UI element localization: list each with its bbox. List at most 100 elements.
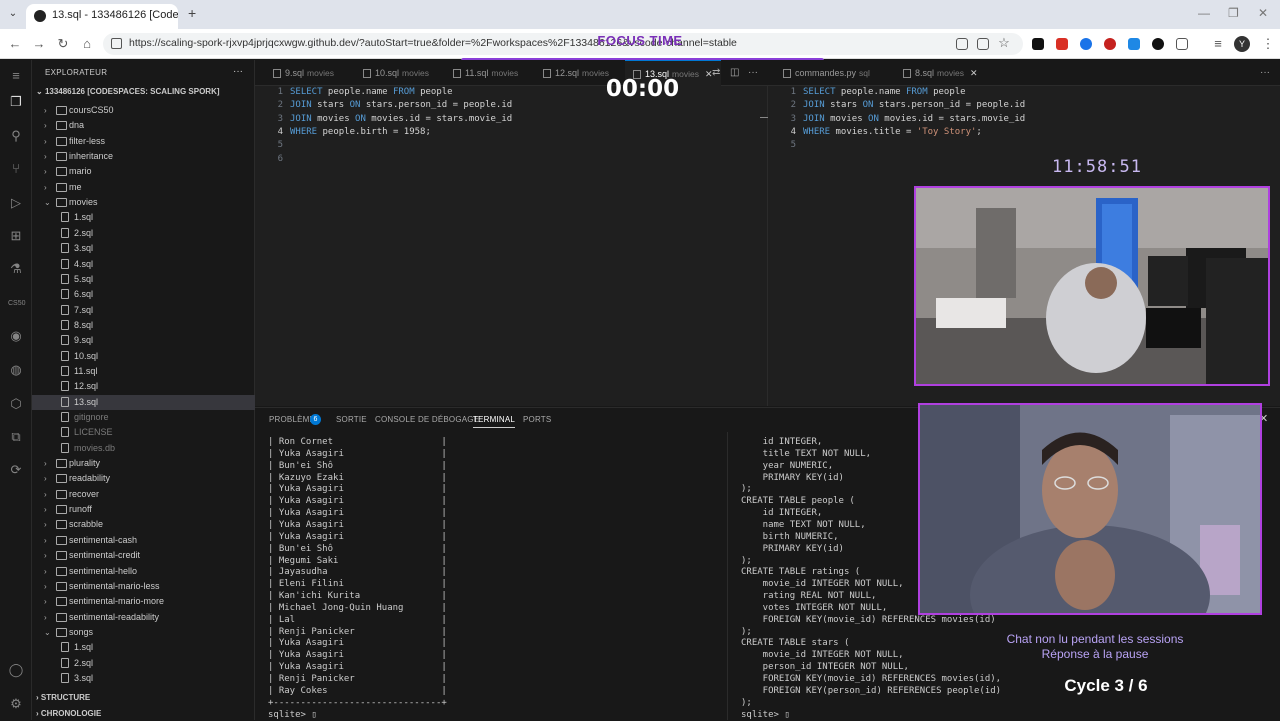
folder-icon <box>56 152 67 162</box>
code-token: movies <box>311 113 356 124</box>
settings-gear-icon[interactable]: ⚙ <box>8 696 24 712</box>
activity-bar: ≡ ❐ ⚲ ⑂ ▷ ⊞ ⚗ CS50 ◉ ◍ ⬡ ⧉ ⟳ ◯ ⚙ <box>0 60 32 720</box>
folder-item[interactable]: › recover <box>32 487 255 502</box>
folder-item[interactable]: › dna <box>32 118 255 133</box>
file-item[interactable]: 2.sql <box>32 226 255 241</box>
sql-file-icon <box>453 69 461 79</box>
tree-item-label: 4.sql <box>74 258 94 269</box>
editor-tab[interactable]: 11.sql movies <box>445 60 526 86</box>
folder-item[interactable]: › plurality <box>32 456 255 471</box>
file-item[interactable]: 9.sql <box>32 333 255 348</box>
file-item[interactable]: gitignore <box>32 410 255 425</box>
file-item[interactable]: 2.sql <box>32 656 255 671</box>
file-item[interactable]: 1.sql <box>32 210 255 225</box>
more-actions-icon[interactable]: ··· <box>1260 67 1270 78</box>
folder-item[interactable]: › sentimental-hello <box>32 564 255 579</box>
close-window-icon[interactable]: ✕ <box>1258 6 1268 20</box>
tab-search-icon[interactable]: ⌄ <box>6 8 20 22</box>
tree-item-label: 5.sql <box>74 273 94 284</box>
split-editor-icon[interactable]: ◫ <box>730 67 739 78</box>
file-item[interactable]: movies.db <box>32 441 255 456</box>
remote-explorer-icon[interactable]: ⟳ <box>8 462 24 478</box>
panel-tab[interactable]: SORTIE <box>336 415 367 424</box>
file-item[interactable]: 12.sql <box>32 379 255 394</box>
folder-item[interactable]: ⌄ movies <box>32 195 255 210</box>
workspace-root[interactable]: ⌄ 133486126 [CODESPACES: SCALING SPORK] <box>36 87 220 96</box>
tree-item-label: recover <box>69 488 100 499</box>
sql-file-icon <box>903 69 911 79</box>
code-token: movies <box>824 113 869 124</box>
folder-item[interactable]: › readability <box>32 471 255 486</box>
file-item[interactable]: 5.sql <box>32 272 255 287</box>
file-item[interactable]: 3.sql <box>32 241 255 256</box>
editor-tab[interactable]: 9.sql movies <box>265 60 342 86</box>
more-actions-icon[interactable]: ··· <box>233 66 243 77</box>
github-icon[interactable]: ◍ <box>8 362 24 378</box>
sql-file-icon <box>363 69 371 79</box>
folder-item[interactable]: › sentimental-mario-less <box>32 579 255 594</box>
code-token: ; <box>976 126 982 137</box>
folder-item[interactable]: › me <box>32 180 255 195</box>
more-actions-icon[interactable]: ··· <box>748 67 758 78</box>
search-icon[interactable]: ⚲ <box>8 128 24 144</box>
terminal-line: year NUMERIC, <box>741 460 834 471</box>
explorer-icon[interactable]: ❐ <box>8 94 24 110</box>
timeline-section[interactable]: › CHRONOLOGIE <box>36 709 101 718</box>
container-icon[interactable]: ⬡ <box>8 396 24 412</box>
folder-item[interactable]: › filter-less <box>32 134 255 149</box>
panel-tab[interactable]: CONSOLE DE DÉBOGAGE <box>375 415 479 424</box>
panel-tab[interactable]: PORTS <box>523 415 551 424</box>
file-item[interactable]: 11.sql <box>32 364 255 379</box>
folder-item[interactable]: ⌄ songs <box>32 625 255 640</box>
file-item[interactable]: 13.sql <box>32 394 255 410</box>
structure-section[interactable]: › STRUCTURE <box>36 693 90 702</box>
tree-item-label: 12.sql <box>74 381 99 392</box>
new-tab-icon[interactable]: + <box>188 5 196 21</box>
panel-tab[interactable]: TERMINAL <box>473 415 516 428</box>
editor-left[interactable]: 1 SELECT people.name FROM people 2 JOIN sta… <box>255 86 767 406</box>
editor-tab[interactable]: 8.sql movies ✕ <box>895 60 986 86</box>
file-item[interactable]: 8.sql <box>32 318 255 333</box>
folder-item[interactable]: › sentimental-cash <box>32 533 255 548</box>
folder-item[interactable]: › runoff <box>32 502 255 517</box>
folder-item[interactable]: › coursCS50 <box>32 103 255 118</box>
close-icon[interactable]: ✕ <box>970 68 978 78</box>
terminal-line: | Megumi Saki | <box>268 555 447 566</box>
extensions-icon[interactable]: ⊞ <box>8 228 24 244</box>
chevron-right-icon: › <box>44 182 47 192</box>
file-item[interactable]: LICENSE <box>32 425 255 440</box>
testing-icon[interactable]: ⚗ <box>8 261 24 277</box>
file-item[interactable]: 3.sql <box>32 671 255 686</box>
terminal-line: FOREIGN KEY(person_id) REFERENCES people… <box>741 685 1002 696</box>
restore-icon[interactable]: ❐ <box>1228 6 1239 20</box>
terminal-line: | Bun'ei Shô | <box>268 543 447 554</box>
file-item[interactable]: 6.sql <box>32 287 255 302</box>
editor-tab[interactable]: commandes.py sql <box>775 60 878 86</box>
file-item[interactable]: 4.sql <box>32 257 255 272</box>
source-control-icon[interactable]: ⑂ <box>8 161 24 177</box>
tree-item-label: 10.sql <box>74 350 99 361</box>
folder-item[interactable]: › sentimental-readability <box>32 610 255 625</box>
file-item[interactable]: 10.sql <box>32 349 255 364</box>
file-item[interactable]: 7.sql <box>32 303 255 318</box>
editor-tab-name: 9.sql <box>285 68 305 78</box>
folder-item[interactable]: › sentimental-credit <box>32 548 255 563</box>
folder-item[interactable]: › sentimental-mario-more <box>32 594 255 609</box>
folder-item[interactable]: › inheritance <box>32 149 255 164</box>
folder-item[interactable]: › mario <box>32 164 255 179</box>
account-icon[interactable]: ◯ <box>8 662 24 678</box>
browser-tab[interactable]: 13.sql - 133486126 [Codespace ✕ <box>26 4 178 29</box>
folder-item[interactable]: › scrabble <box>32 517 255 532</box>
run-debug-icon[interactable]: ▷ <box>8 195 24 211</box>
tree-item-label: 2.sql <box>74 657 94 668</box>
file-item[interactable]: 1.sql <box>32 640 255 655</box>
editor-tab[interactable]: 10.sql movies <box>355 60 437 86</box>
tree-item-label: sentimental-mario-less <box>69 580 160 591</box>
cs50-icon[interactable]: CS50 <box>8 296 26 312</box>
menu-icon[interactable]: ≡ <box>8 68 24 84</box>
python-icon[interactable]: ⧉ <box>8 429 24 445</box>
minimap-slider[interactable] <box>760 117 768 118</box>
minimize-icon[interactable]: — <box>1198 6 1210 20</box>
terminal-left[interactable]: | Ron Cornet | | Yuka Asagiri | | Bun'ei S… <box>255 432 727 720</box>
ducky-icon[interactable]: ◉ <box>8 328 24 344</box>
